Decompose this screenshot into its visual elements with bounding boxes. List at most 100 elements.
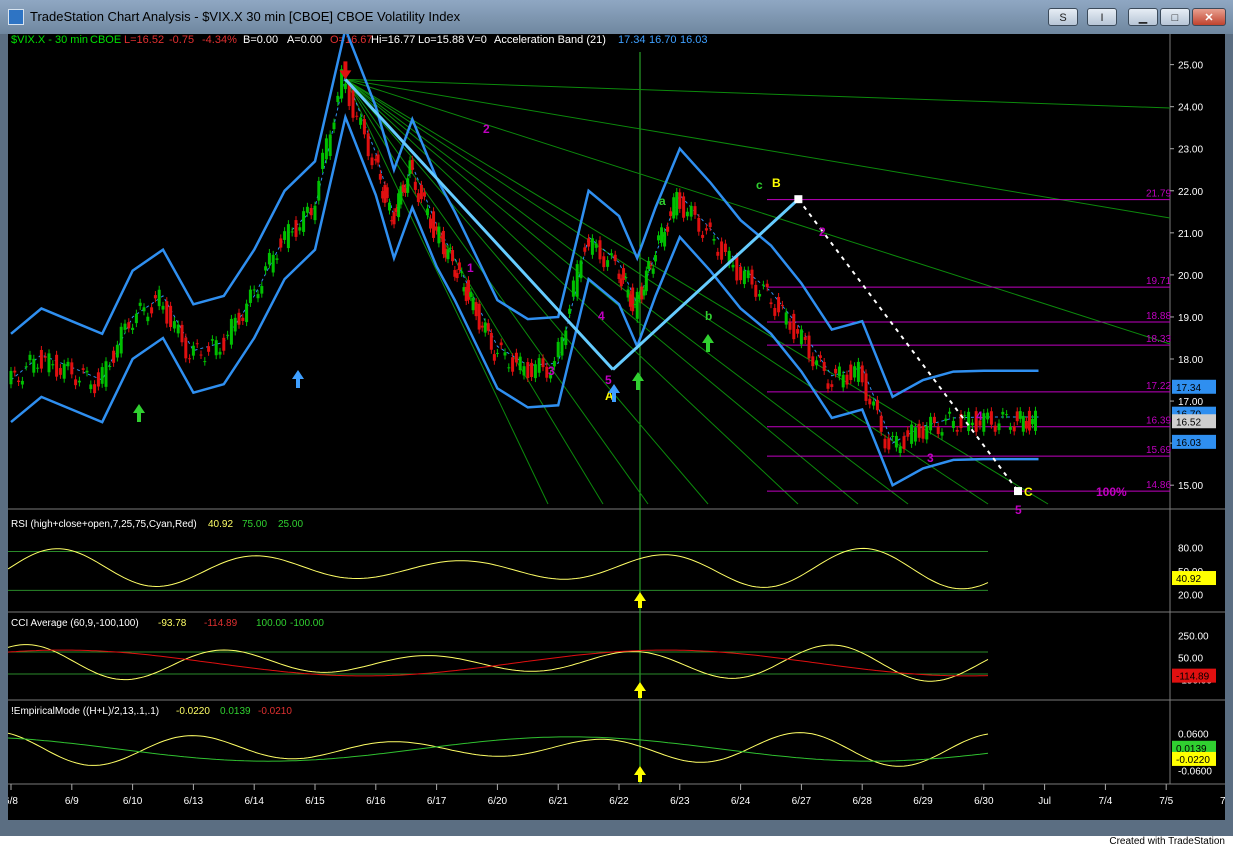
fib-level-label: 15.69 <box>1146 445 1171 456</box>
candle-body <box>477 303 481 330</box>
gann-fan-line <box>345 79 709 505</box>
candle-body <box>305 206 309 213</box>
indicator-average-line <box>7 649 989 677</box>
high-value: Hi=16.77 <box>371 34 415 46</box>
candle-body <box>649 264 653 266</box>
candle-body <box>986 412 990 420</box>
candle-body <box>460 271 464 273</box>
candle-body <box>226 334 230 336</box>
date-tick-label: 7/5 <box>1159 796 1173 807</box>
candle-body <box>294 220 298 237</box>
price-tick-label: 15.00 <box>1178 481 1203 492</box>
candle-body <box>321 152 325 170</box>
date-tick-label: 6/28 <box>852 796 872 807</box>
candle-body <box>260 286 264 294</box>
candle-body <box>511 357 515 372</box>
candle-body <box>176 324 180 334</box>
candle-body <box>406 178 410 193</box>
candle-body <box>948 411 952 414</box>
signal-arrow <box>634 592 646 608</box>
candle-body <box>507 367 511 369</box>
ask-value: A=0.00 <box>287 34 322 46</box>
candle-body <box>347 83 351 107</box>
wave-label: 1 <box>467 261 474 275</box>
candle-body <box>564 330 568 346</box>
close-button[interactable]: ✕ <box>1192 8 1226 26</box>
candle-body <box>455 273 459 279</box>
candle-body <box>669 211 673 217</box>
indicator-tick-label: 80.00 <box>1178 544 1203 555</box>
price-tick-label: 17.00 <box>1178 397 1203 408</box>
candle-body <box>879 415 883 432</box>
candle-body <box>765 283 769 288</box>
chart-canvas[interactable]: $VIX.X - 30 min CBOE L=16.52 -0.75 -4.34… <box>4 24 1233 820</box>
emd-value-3: -0.0210 <box>258 706 292 717</box>
candle-body <box>66 361 70 367</box>
candle-body <box>483 322 487 333</box>
date-tick-label: 6/27 <box>792 796 812 807</box>
candle-body <box>47 353 51 373</box>
maximize-button[interactable]: □ <box>1160 8 1190 26</box>
candle-body <box>328 134 332 156</box>
candle-body <box>1027 410 1031 431</box>
minimize-button[interactable]: ▁ <box>1128 8 1158 26</box>
candle-body <box>432 211 436 238</box>
candle-body <box>1018 411 1022 419</box>
wave-label: 5 <box>605 373 612 387</box>
date-tick-label: 6/17 <box>427 796 447 807</box>
candle-body <box>343 83 347 90</box>
candle-body <box>624 277 628 279</box>
candle-body <box>799 329 803 345</box>
indicator-line <box>7 547 989 590</box>
candle-body <box>963 415 967 417</box>
candle-body <box>541 358 545 368</box>
candle-body <box>359 117 363 125</box>
candle-body <box>925 426 929 440</box>
candle-body <box>796 329 800 334</box>
candle-body <box>112 350 116 363</box>
candle-body <box>309 208 313 216</box>
candle-body <box>448 247 452 249</box>
wave-label: B <box>772 176 781 190</box>
emd-value-1: -0.0220 <box>176 706 210 717</box>
candle-body <box>853 366 857 378</box>
candle-body <box>841 374 845 388</box>
symbol-link-button[interactable]: S <box>1048 8 1078 26</box>
candle-body <box>834 368 838 374</box>
candle-body <box>758 293 762 297</box>
price-panel: 21.79 19.71 18.88 18.33 17.22 16.39 15.69 14.86… <box>9 24 1171 517</box>
emd-value-2: 0.0139 <box>220 706 251 717</box>
candle-body <box>826 383 830 389</box>
candle-body <box>210 339 214 341</box>
axes: 15.0016.0017.0018.0019.0020.0021.0022.00… <box>4 61 1233 807</box>
cci-value: -93.78 <box>158 618 187 629</box>
candle-body <box>28 354 32 361</box>
gann-fan-line <box>345 78 989 505</box>
rsi-lower-level: 25.00 <box>278 519 303 530</box>
candle-body <box>970 422 974 426</box>
date-tick-label: Jul <box>1038 796 1051 807</box>
footer-text: Created with TradeStation <box>1109 836 1225 847</box>
window-title: TradeStation Chart Analysis - $VIX.X 30 … <box>30 9 461 24</box>
study-value-3: 16.03 <box>680 34 708 46</box>
wave-label: 4 <box>598 309 605 323</box>
price-tick-label: 18.00 <box>1178 355 1203 366</box>
candle-body <box>982 413 986 432</box>
candle-body <box>199 354 203 356</box>
rsi-title: RSI (high+close+open,7,25,75,Cyan,Red) <box>11 519 197 530</box>
study-name: Acceleration Band (21) <box>494 34 606 46</box>
date-tick-label: 7/4 <box>1098 796 1112 807</box>
wave-line <box>611 198 800 371</box>
fib-level-label: 16.39 <box>1146 416 1171 427</box>
candle-body <box>598 240 602 260</box>
candle-body <box>750 269 754 285</box>
candle-body <box>336 95 340 103</box>
candle-body <box>74 379 78 386</box>
date-tick-label: 6/22 <box>609 796 629 807</box>
price-tick-label: 23.00 <box>1178 145 1203 156</box>
candle-body <box>579 260 583 279</box>
candle-body <box>944 418 948 421</box>
candle-body <box>913 427 917 442</box>
candle-body <box>499 342 503 346</box>
indicator-link-button[interactable]: I <box>1087 8 1117 26</box>
